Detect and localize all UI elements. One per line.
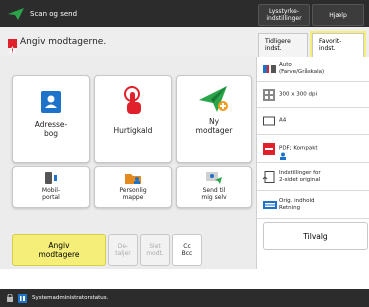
personal-folder-icon [125, 174, 141, 184]
options-button[interactable]: Tilvalg [263, 222, 368, 250]
specify-destinations-button[interactable]: Angiv modtagere [12, 234, 106, 266]
speed-dial-label: Hurtigkald [113, 126, 153, 135]
pdf-file-icon [263, 142, 275, 155]
orientation-icon [263, 200, 277, 209]
help-button[interactable]: Hjælp [312, 4, 364, 26]
speed-dial-button[interactable]: Hurtigkald [94, 75, 172, 163]
delete-destination-button[interactable]: Slet modt. [140, 234, 170, 266]
page-title: Angiv modtagerne. [20, 37, 107, 47]
orientation-setting[interactable]: Orig. indhold Retning [257, 191, 369, 219]
paper-size-setting[interactable]: A4 [257, 108, 369, 135]
address-book-label: Adresse- bog [34, 120, 68, 138]
id-icon [18, 293, 27, 303]
warning-icon [8, 39, 17, 53]
personal-folder-button[interactable]: Personlig mappe [94, 166, 172, 208]
duplex-value: Indstillinger for 2-sidet original [279, 169, 321, 183]
paper-size-value: A4 [279, 117, 287, 124]
color-mode-icon [263, 65, 276, 73]
details-button[interactable]: De- taljer [108, 234, 138, 266]
status-text: Systemadministratorstatus. [32, 295, 109, 301]
personal-folder-label: Personlig mappe [119, 187, 147, 201]
file-format-setting[interactable]: PDF; Kompakt [257, 135, 369, 163]
app-title: Scan og send [30, 9, 78, 18]
mobile-portal-label: Mobil- portal [41, 187, 61, 201]
lock-icon [7, 294, 13, 302]
duplex-setting[interactable]: Indstillinger for 2-sidet original [257, 163, 369, 191]
brightness-settings-button[interactable]: Lysstyrke- indstillinger [258, 4, 310, 26]
status-bar: Systemadministratorstatus. [0, 289, 369, 307]
tap-hand-icon [124, 86, 141, 114]
new-destination-label: Ny modtager [195, 117, 233, 135]
color-mode-value: Auto (Farve/Gråskala) [279, 62, 325, 75]
mobile-device-icon [45, 172, 57, 184]
send-to-myself-button[interactable]: Send til mig selv [176, 166, 252, 208]
address-book-button[interactable]: Adresse- bog [12, 75, 90, 163]
color-mode-setting[interactable]: Auto (Farve/Gråskala) [257, 57, 369, 82]
cc-bcc-button[interactable]: Cc Bcc [172, 234, 202, 266]
paper-icon [263, 116, 275, 126]
paper-plane-plus-icon [199, 86, 228, 112]
two-sided-original-icon [263, 170, 275, 183]
settings-panel: Auto (Farve/Gråskala) 300 x 300 dpi A4 P… [256, 57, 369, 269]
resolution-value: 300 x 300 dpi [279, 91, 318, 97]
send-to-myself-icon [206, 172, 222, 184]
resolution-icon [263, 88, 275, 101]
send-to-myself-label: Send til mig selv [201, 187, 227, 201]
resolution-setting[interactable]: 300 x 300 dpi [257, 82, 369, 108]
top-bar: Scan og send Lysstyrke- indstillinger Hj… [0, 0, 369, 27]
orientation-value: Orig. indhold Retning [279, 197, 315, 211]
new-destination-button[interactable]: Ny modtager [176, 75, 252, 163]
app-title-area: Scan og send [0, 0, 140, 27]
file-format-value: PDF; Kompakt [279, 145, 318, 151]
user-icon [280, 152, 286, 160]
scan-send-icon [8, 7, 24, 20]
address-book-icon [41, 91, 61, 113]
mobile-portal-button[interactable]: Mobil- portal [12, 166, 90, 208]
